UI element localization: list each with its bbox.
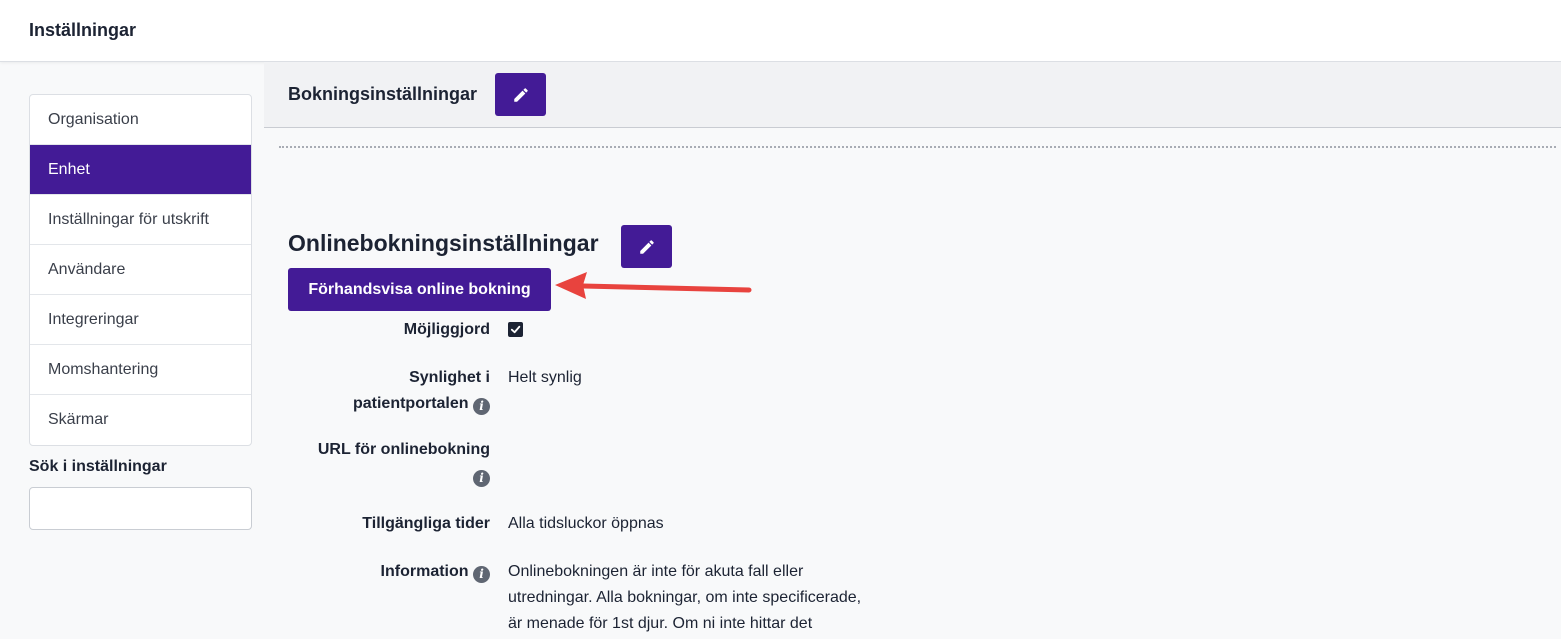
settings-nav: Organisation Enhet Inställningar för uts…	[29, 94, 252, 446]
search-label: Sök i inställningar	[29, 458, 167, 475]
pencil-icon	[513, 87, 528, 102]
visibility-label-line2: patientportalen i	[353, 391, 490, 417]
sidebar-item-vat[interactable]: Momshantering	[30, 345, 251, 395]
url-label: URL för onlinebokning i	[318, 437, 490, 489]
info-icon[interactable]: i	[473, 398, 490, 415]
information-value-line3: är menade för 1st djur. Om ni inte hitta…	[508, 615, 813, 632]
visibility-label-text: patientportalen	[352, 395, 469, 412]
information-value-line1: Onlinebokningen är inte för akuta fall e…	[508, 563, 804, 580]
sidebar-item-organisation[interactable]: Organisation	[30, 95, 251, 145]
visibility-label: Synlighet i patientportalen i	[353, 365, 490, 417]
available-times-label: Tillgängliga tider	[362, 515, 490, 532]
visibility-label-line1: Synlighet i	[409, 369, 490, 386]
preview-online-booking-button[interactable]: Förhandsvisa online bokning	[288, 268, 551, 311]
url-label-info: i	[318, 463, 490, 489]
booking-settings-title: Bokningsinställningar	[288, 84, 478, 104]
available-times-value: Alla tidsluckor öppnas	[508, 515, 664, 532]
top-bar: Inställningar	[0, 0, 1561, 62]
booking-settings-header: Bokningsinställningar	[264, 62, 1561, 128]
edit-online-booking-button[interactable]	[621, 225, 672, 268]
settings-search-input[interactable]	[29, 487, 252, 530]
pencil-icon	[639, 239, 654, 254]
sidebar-item-enhet[interactable]: Enhet	[30, 145, 251, 195]
edit-booking-settings-button[interactable]	[495, 73, 546, 116]
visibility-value: Helt synlig	[508, 369, 582, 386]
info-icon[interactable]: i	[473, 470, 490, 487]
information-label-text: Information	[380, 563, 469, 580]
page-title: Inställningar	[29, 20, 137, 40]
section-divider	[279, 146, 1556, 148]
online-booking-title: Onlinebokningsinställningar	[288, 230, 599, 256]
enabled-label: Möjliggjord	[403, 321, 490, 338]
sidebar-item-users[interactable]: Användare	[30, 245, 251, 295]
information-value: Onlinebokningen är inte för akuta fall e…	[508, 559, 861, 637]
information-label: Information i	[381, 559, 490, 585]
sidebar-item-print-settings[interactable]: Inställningar för utskrift	[30, 195, 251, 245]
url-label-text: URL för onlinebokning	[317, 441, 490, 458]
annotation-arrow	[555, 272, 752, 299]
sidebar-item-screens[interactable]: Skärmar	[30, 395, 251, 445]
info-icon[interactable]: i	[473, 566, 490, 583]
checkmark-icon	[510, 325, 521, 334]
enabled-checkbox[interactable]	[508, 322, 523, 337]
sidebar-item-integrations[interactable]: Integreringar	[30, 295, 251, 345]
information-value-line2: utredningar. Alla bokningar, om inte spe…	[508, 589, 862, 606]
